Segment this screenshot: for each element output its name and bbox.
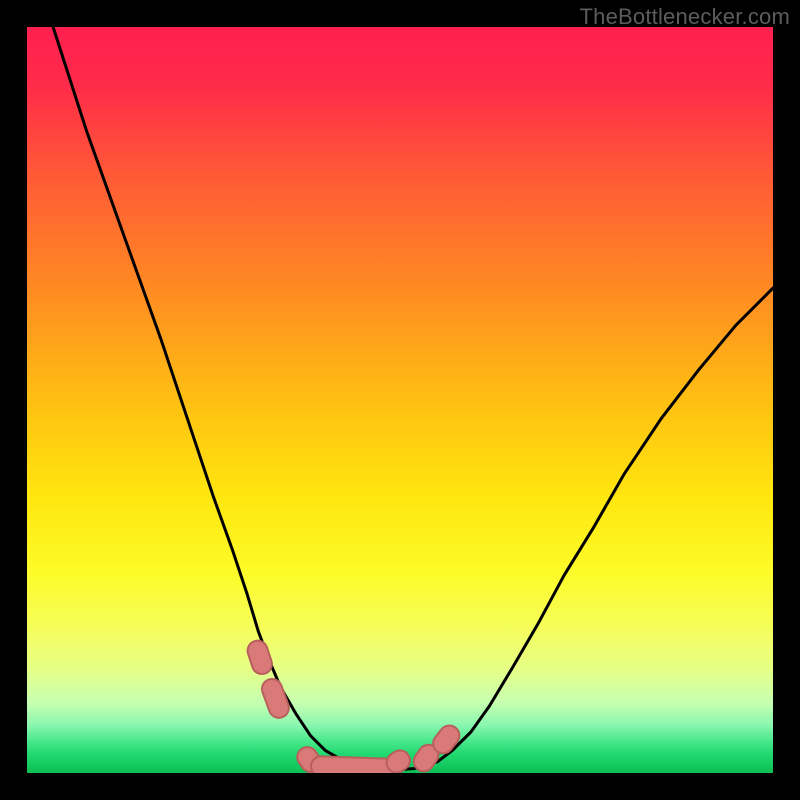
plot-area [27, 27, 773, 773]
watermark-text: TheBottlenecker.com [580, 4, 790, 30]
gradient-background [27, 27, 773, 773]
outer-frame: TheBottlenecker.com [0, 0, 800, 800]
chart-svg [27, 27, 773, 773]
